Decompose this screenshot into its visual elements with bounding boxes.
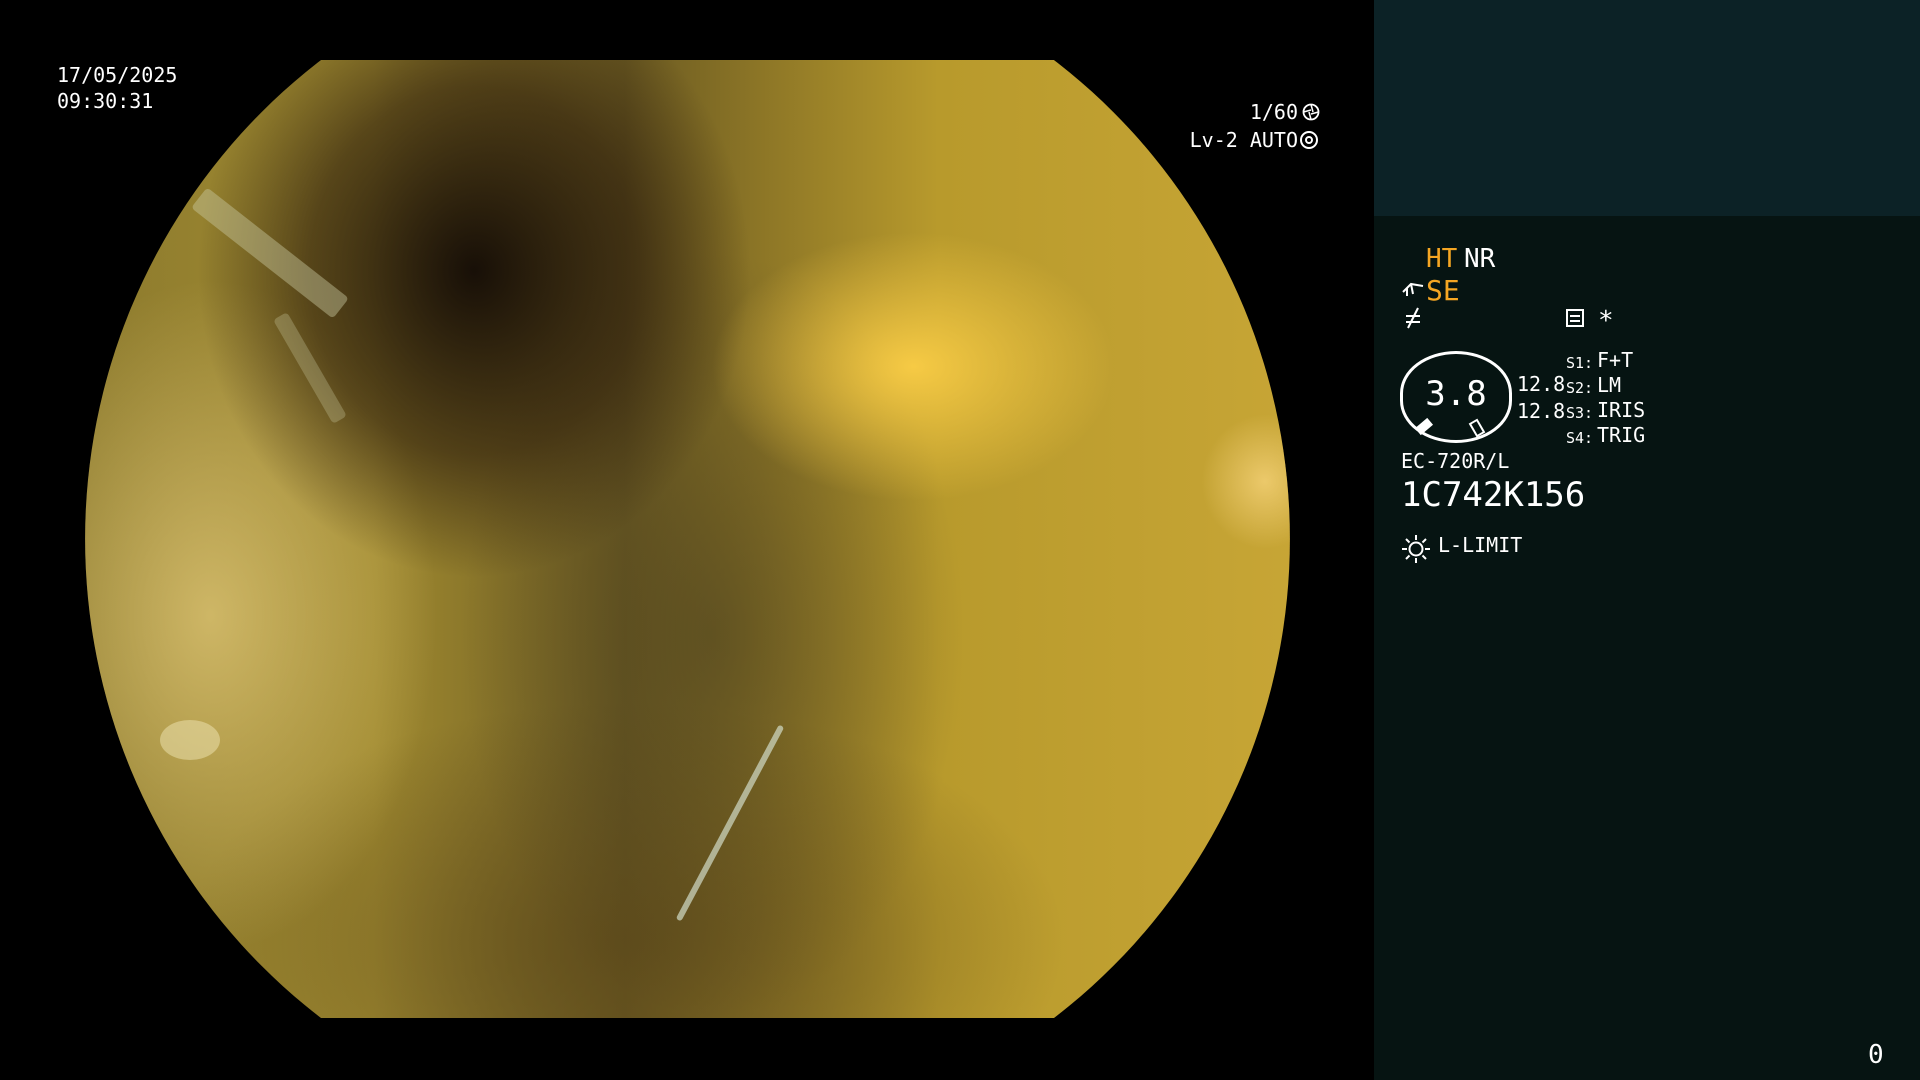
ring-icon xyxy=(1300,131,1318,149)
tissue-highlight xyxy=(273,312,347,424)
preset-icon xyxy=(1566,309,1584,327)
switch-2-label: S2: xyxy=(1566,379,1594,397)
hand-icon xyxy=(1402,282,1424,296)
value-readout-2: 12.8 xyxy=(1517,399,1566,423)
switch-3-label: S3: xyxy=(1566,404,1594,422)
endoscope-screen: 17/05/2025 09:30:31 1/60 Lv-2 AUTO HT NR… xyxy=(0,0,1920,1080)
scope-serial: 1C742K156 xyxy=(1401,475,1586,515)
frame-counter: 0 xyxy=(1868,1040,1884,1070)
time-readout: 09:30:31 xyxy=(57,89,154,113)
star-indicator: * xyxy=(1598,306,1614,336)
switch-1-value: F+T xyxy=(1597,348,1634,372)
se-indicator: SE xyxy=(1426,274,1460,307)
tissue-highlight xyxy=(675,724,785,922)
nr-indicator: NR xyxy=(1464,244,1496,274)
switch-4-value: TRIG xyxy=(1597,423,1646,447)
date-readout: 17/05/2025 xyxy=(57,63,178,87)
panel-header xyxy=(1374,0,1920,216)
light-level-value: Lv-2 AUTO xyxy=(1189,128,1298,152)
switch-4-label: S4: xyxy=(1566,429,1594,447)
value-readout-1: 12.8 xyxy=(1517,372,1566,396)
switch-3-value: IRIS xyxy=(1597,398,1646,422)
switch-2-value: LM xyxy=(1597,373,1622,397)
endoscope-image xyxy=(85,60,1290,1018)
tissue-highlight xyxy=(191,187,349,319)
tissue-highlight xyxy=(160,720,220,760)
shutter-value: 1/60 xyxy=(1249,100,1298,124)
aperture-icon xyxy=(1302,103,1320,121)
switch-1-label: S1: xyxy=(1566,354,1594,372)
edge-icon xyxy=(1406,307,1420,329)
gauge-value: 3.8 xyxy=(1425,374,1487,414)
scope-model: EC-720R/L xyxy=(1401,449,1510,473)
shutter-readout: 1/60 xyxy=(1250,99,1298,125)
sun-icon xyxy=(1402,535,1430,563)
info-panel xyxy=(1374,216,1920,1080)
ht-indicator: HT xyxy=(1426,244,1458,274)
light-level-readout: Lv-2 AUTO xyxy=(1190,127,1318,153)
light-limit-status: L-LIMIT xyxy=(1438,533,1523,557)
